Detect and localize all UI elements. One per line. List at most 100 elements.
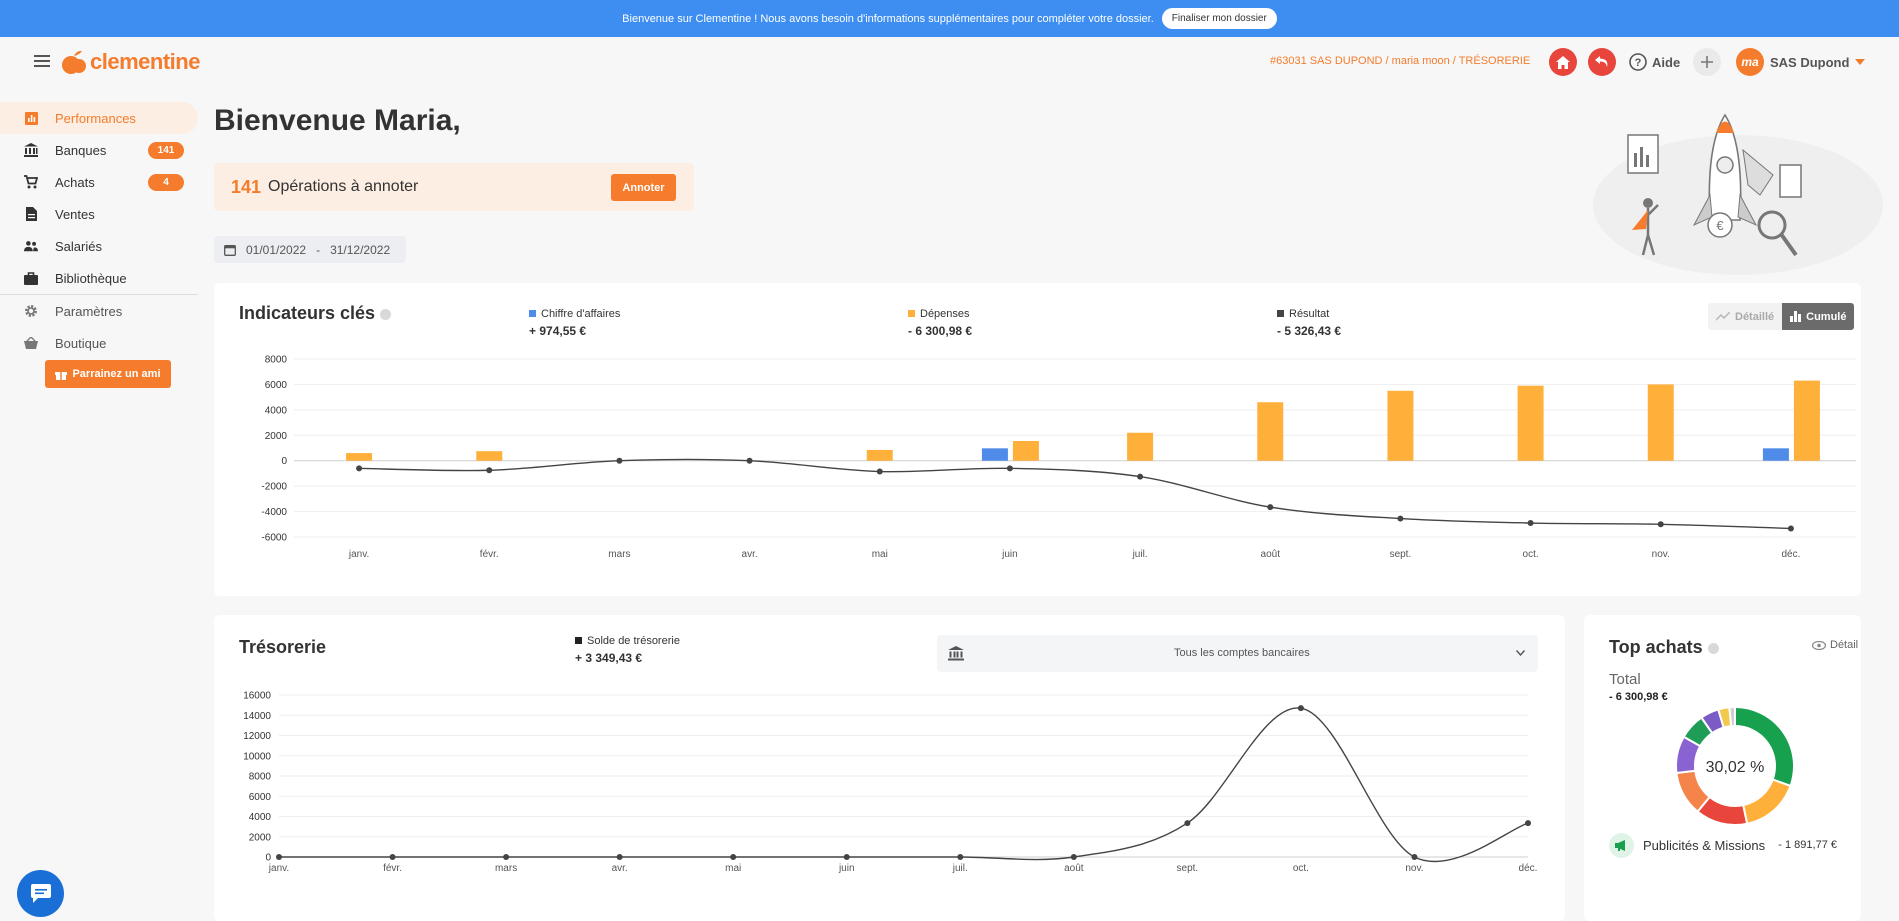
y-tick-label: 10000 [243, 751, 271, 762]
sidebar-item-label: Achats [55, 174, 95, 190]
people-icon [24, 239, 38, 253]
sidebar-item-achats[interactable]: Achats 4 [0, 166, 198, 198]
home-button[interactable] [1549, 48, 1577, 76]
home-icon [1556, 55, 1570, 69]
document-icon [24, 207, 38, 221]
sidebar-item-salaries[interactable]: Salariés [0, 230, 198, 262]
point-resultat [1397, 515, 1404, 522]
chat-button[interactable] [17, 870, 64, 917]
point-solde-tresorerie [389, 854, 396, 860]
sidebar-item-parametres[interactable]: Paramètres [0, 295, 198, 327]
bank-icon [24, 143, 38, 157]
top-banner: Bienvenue sur Clementine ! Nous avons be… [0, 0, 1899, 37]
bar-depenses [1517, 385, 1544, 461]
category-label: Publicités & Missions [1643, 838, 1766, 853]
point-solde-tresorerie [843, 854, 850, 860]
point-resultat [1527, 520, 1534, 527]
breadcrumb[interactable]: #63031 SAS DUPOND / maria moon / TRÉSORE… [1270, 55, 1530, 67]
y-tick-label: 16000 [243, 691, 271, 702]
calendar-icon [224, 244, 236, 256]
point-solde-tresorerie [1411, 854, 1418, 860]
logo[interactable]: clementine [60, 49, 200, 75]
sidebar-item-ventes[interactable]: Ventes [0, 198, 198, 230]
refer-friend-button[interactable]: Parrainez un ami [45, 360, 171, 388]
banques-count-badge: 141 [148, 141, 184, 159]
x-tick-label: avr. [612, 863, 628, 874]
chart-icon [24, 111, 38, 125]
sidebar-item-label: Performances [55, 110, 136, 126]
x-tick-label: mai [872, 549, 888, 560]
bar-depenses [866, 449, 893, 461]
refer-label: Parrainez un ami [72, 368, 161, 380]
x-tick-label: juil. [952, 863, 968, 874]
point-solde-tresorerie [276, 854, 282, 860]
annotate-count: 141 [231, 176, 262, 197]
date-end: 31/12/2022 [330, 242, 391, 257]
donut-slice [1742, 778, 1792, 825]
add-button[interactable] [1693, 48, 1721, 76]
bar-depenses [1127, 432, 1154, 461]
date-separator: - [316, 242, 321, 257]
y-tick-label: 6000 [249, 792, 272, 803]
help-button[interactable]: ? Aide [1629, 53, 1680, 71]
y-tick-label: 0 [265, 853, 271, 864]
bar-chiffre-affaires [981, 448, 1008, 461]
x-tick-label: sept. [1390, 549, 1412, 560]
page-title: Bienvenue Maria, [214, 104, 461, 137]
achats-count-badge: 4 [148, 173, 184, 191]
sidebar-item-label: Bibliothèque [55, 270, 127, 286]
sidebar-item-label: Banques [55, 142, 107, 158]
bar-depenses [1387, 390, 1414, 461]
x-tick-label: oct. [1293, 863, 1309, 874]
avatar: ma [1736, 48, 1764, 76]
plus-icon [1701, 56, 1713, 68]
sidebar-item-performances[interactable]: Performances [0, 102, 198, 134]
annotate-button[interactable]: Annoter [611, 174, 676, 201]
y-tick-label: 4000 [265, 405, 288, 416]
gear-icon [24, 304, 38, 318]
account-menu[interactable]: ma SAS Dupond [1736, 48, 1866, 76]
menu-icon[interactable] [34, 55, 50, 69]
logo-text: clementine [90, 49, 200, 74]
x-tick-label: mars [495, 863, 517, 874]
date-start: 01/01/2022 [246, 242, 307, 257]
bar-depenses [1257, 402, 1284, 461]
x-tick-label: janv. [348, 549, 369, 560]
point-resultat [616, 457, 623, 464]
x-tick-label: déc. [1781, 549, 1800, 560]
complete-file-button[interactable]: Finaliser mon dossier [1161, 8, 1277, 29]
point-solde-tresorerie [730, 854, 737, 860]
donut-slice [1728, 705, 1736, 728]
top-purchases-card: Top achats Détail Total - 6 300,98 € 30,… [1584, 615, 1861, 921]
sidebar: Performances Banques 141 Achats 4 Ventes… [0, 102, 198, 388]
point-solde-tresorerie [957, 854, 964, 860]
x-tick-label: avr. [742, 549, 758, 560]
point-resultat [1006, 465, 1013, 472]
sidebar-item-boutique[interactable]: Boutique [0, 327, 198, 359]
point-resultat [486, 467, 493, 474]
date-range-picker[interactable]: 01/01/2022 - 31/12/2022 [214, 236, 406, 263]
treasury-card: Trésorerie Solde de trésorerie + 3 349,4… [214, 615, 1565, 921]
point-resultat [1267, 504, 1274, 511]
x-tick-label: août [1261, 549, 1281, 560]
x-tick-label: nov. [1405, 863, 1423, 874]
treasury-chart: 16000 14000 12000 10000 8000 6000 4000 2000 0jan… [243, 691, 1537, 875]
bar-depenses [1647, 384, 1674, 461]
y-tick-label: 6000 [265, 380, 288, 391]
back-button[interactable] [1588, 48, 1616, 76]
sidebar-item-label: Paramètres [55, 303, 123, 319]
point-resultat [746, 457, 753, 464]
sidebar-item-banques[interactable]: Banques 141 [0, 134, 198, 166]
sidebar-item-label: Salariés [55, 238, 102, 254]
point-solde-tresorerie [616, 854, 623, 860]
point-solde-tresorerie [1525, 820, 1531, 827]
key-indicators-chart: 8000 6000 4000 2000 0 -2000 -4000 -6000 janv. fév… [261, 355, 1856, 560]
bar-depenses [1793, 380, 1820, 461]
y-tick-label: 8000 [249, 772, 272, 783]
x-tick-label: juil. [1132, 549, 1148, 560]
x-tick-label: janv. [268, 863, 289, 874]
undo-icon [1595, 56, 1608, 67]
annotate-label: Opérations à annoter [268, 178, 419, 195]
y-tick-label: 4000 [249, 812, 272, 823]
sidebar-item-bibliotheque[interactable]: Bibliothèque [0, 262, 198, 294]
